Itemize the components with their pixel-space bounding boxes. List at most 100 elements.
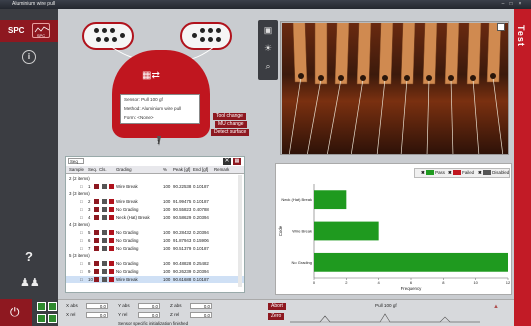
camera-expand-icon[interactable] (497, 23, 505, 31)
row-grading[interactable]: No Grading (116, 207, 138, 212)
col-grading[interactable]: Grading (116, 167, 132, 172)
row-grading[interactable]: Neck (Hat) Break (116, 215, 150, 220)
category-label: No Grading (292, 260, 312, 265)
settings-icon[interactable] (48, 314, 57, 323)
grading-icon (102, 183, 107, 189)
row-end: 0.10187 (193, 183, 209, 189)
info-icon[interactable]: i (22, 50, 36, 64)
minimize-icon[interactable]: – (500, 1, 506, 7)
form-select[interactable]: Form: <None> (124, 115, 154, 120)
row-checkbox[interactable]: □ (80, 215, 83, 220)
legend-item-disabled[interactable]: ✖ Disabled (478, 170, 509, 177)
close-table-icon[interactable]: ✕ (223, 158, 231, 165)
row-checkbox[interactable]: □ (80, 184, 83, 189)
row-checkbox[interactable]: □ (80, 207, 83, 212)
y-rel-value: 0.0 (138, 312, 160, 318)
status-text: Sensor specific initialization finished (118, 321, 189, 326)
row-seq: 8 (88, 261, 91, 266)
table-group-row[interactable]: 4 (3 items) (66, 221, 244, 229)
row-grading[interactable]: No Grading (116, 238, 138, 243)
col-sample[interactable]: Sample (69, 167, 84, 172)
row-checkbox[interactable]: □ (80, 238, 83, 243)
grading-icon (102, 199, 107, 204)
row-peak: 90.58629 (173, 214, 192, 220)
table-row[interactable]: □ 2 Wire Break 100 91.99475 0.10187 (66, 198, 244, 206)
table-row[interactable]: □ 6 No Grading 100 91.87943 0.15906 (66, 237, 244, 245)
table-row[interactable]: □ 10 Wire Break 100 90.61688 0.10187 (66, 275, 244, 284)
col-peak[interactable]: Peak [gf] (173, 167, 190, 172)
row-grading[interactable]: No Grading (116, 261, 138, 266)
zero-button[interactable]: Zero (268, 313, 285, 320)
col-seq[interactable]: Seq. (88, 167, 97, 172)
col-cls[interactable]: Cls. (99, 167, 107, 172)
help-icon[interactable]: ? (22, 250, 36, 265)
table-row[interactable]: □ 8 No Grading 100 90.48828 0.25482 (66, 260, 244, 268)
camera-icon[interactable]: ▣ (262, 24, 274, 36)
row-checkbox[interactable]: □ (80, 269, 83, 274)
run-icon[interactable] (37, 302, 46, 311)
y-abs-label: Y abs (118, 303, 130, 308)
table-row[interactable]: □ 1 Wire Break 100 90.22538 0.10187 (66, 183, 244, 191)
export-icon[interactable]: ▦ (233, 158, 241, 165)
light-icon[interactable]: ☀ (262, 42, 274, 54)
camera-view[interactable] (280, 21, 509, 155)
col-percent[interactable]: % (163, 167, 167, 172)
row-checkbox[interactable]: □ (80, 277, 83, 282)
close-icon[interactable]: × (517, 1, 523, 7)
table-row[interactable]: □ 5 No Grading 100 90.28432 0.20394 (66, 229, 244, 237)
sample-icon (109, 206, 114, 212)
row-end: 0.20394 (193, 214, 209, 220)
col-end[interactable]: End [gf] (193, 167, 208, 172)
row-percent: 100 (163, 199, 171, 204)
row-grading[interactable]: Wire Break (116, 199, 138, 204)
y-axis-label: Code (278, 225, 283, 236)
abort-button[interactable]: Abort (268, 303, 286, 310)
power-button[interactable]: ⏻ (0, 299, 32, 326)
lock-icon (94, 206, 99, 212)
users-icon[interactable]: ♟♟ (20, 276, 40, 289)
table-group-row[interactable]: 2 (2 items) (66, 175, 244, 183)
row-grading[interactable]: Wire Break (116, 184, 138, 189)
row-grading[interactable]: Wire Break (116, 277, 138, 282)
table-group-row[interactable]: 5 (3 items) (66, 252, 244, 260)
row-end: 0.10187 (193, 276, 209, 282)
spc-button[interactable]: SPC SPC (0, 20, 58, 42)
row-checkbox[interactable]: □ (80, 246, 83, 251)
table-row[interactable]: □ 4 Neck (Hat) Break 100 90.58629 0.20394 (66, 214, 244, 222)
zoom-icon[interactable]: ⌕ (262, 60, 274, 72)
table-row[interactable]: □ 7 No Grading 100 90.51379 0.10187 (66, 245, 244, 253)
legend-item-pass[interactable]: ✖ Pass (421, 170, 445, 177)
lock-icon (94, 199, 99, 204)
table-group-row[interactable]: 3 (3 items) (66, 190, 244, 198)
home-icon[interactable] (37, 314, 46, 323)
col-remark[interactable]: Remark (214, 167, 229, 172)
lock-icon (94, 183, 99, 189)
category-label: Wire Break (292, 229, 312, 234)
row-grading[interactable]: No Grading (116, 246, 138, 251)
y-abs-value: 0.0 (138, 303, 160, 309)
detect-surface-button[interactable]: Detect surface (211, 129, 250, 136)
search-input[interactable]: Seq (68, 158, 84, 164)
row-peak: 90.28432 (173, 230, 192, 235)
brand-logo-icon: ▲ (493, 304, 499, 310)
lock-icon (94, 230, 99, 235)
row-seq: 3 (88, 206, 91, 212)
row-checkbox[interactable]: □ (80, 230, 83, 235)
grading-bar-chart: Neck (Hat) Break Wire Break No Grading 0 2 4 6… (278, 184, 511, 291)
table-scrollbar[interactable] (238, 175, 242, 287)
table-row[interactable]: □ 3 No Grading 100 90.55823 0.40788 (66, 206, 244, 214)
legend-item-failed[interactable]: ✖ Failed (448, 170, 474, 177)
maximize-icon[interactable]: □ (508, 1, 514, 7)
table-row[interactable]: □ 9 No Grading 100 90.26239 0.20394 (66, 268, 244, 276)
row-grading[interactable]: No Grading (116, 269, 138, 274)
grading-chart-panel: ✖ Pass ✖ Failed ✖ Disabled Neck (Hat) Brea… (275, 163, 512, 295)
camera-icon[interactable] (48, 302, 57, 311)
mu-change-button[interactable]: MU change (215, 121, 247, 128)
tool-change-button[interactable]: Tool change (213, 113, 246, 120)
bar-2 (314, 252, 508, 272)
row-checkbox[interactable]: □ (80, 261, 83, 266)
row-grading[interactable]: No Grading (116, 230, 138, 235)
sample-icon (109, 183, 114, 189)
row-checkbox[interactable]: □ (80, 199, 83, 204)
row-percent: 100 (163, 276, 171, 282)
